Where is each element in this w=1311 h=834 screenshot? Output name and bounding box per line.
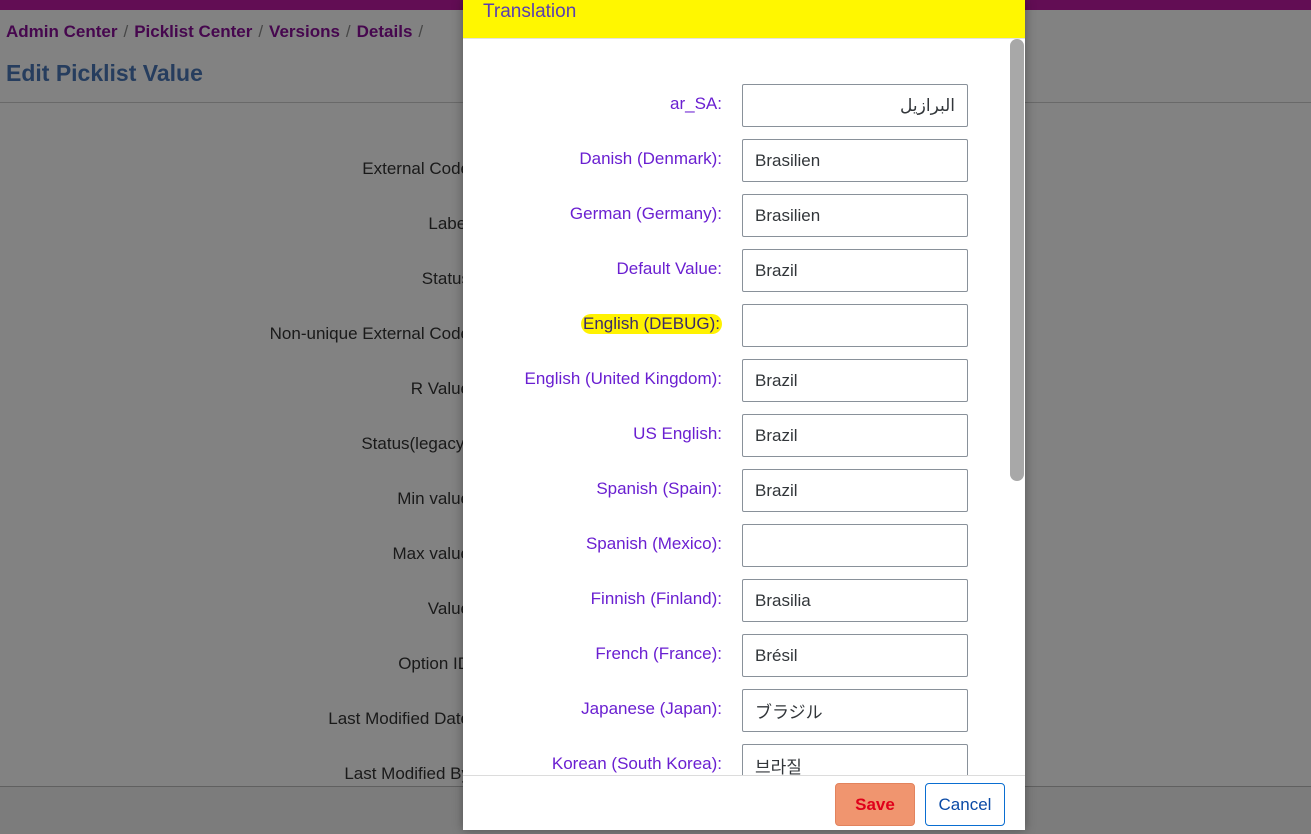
translation-row: Default Value: <box>463 249 1003 294</box>
translation-input-ar-sa[interactable] <box>742 84 968 127</box>
translation-label-us-english: US English: <box>633 424 722 443</box>
page: Admin Center / Picklist Center / Versions / De… <box>0 0 1311 834</box>
translation-row: Spanish (Mexico): <box>463 524 1003 569</box>
translation-row: Japanese (Japan): <box>463 689 1003 734</box>
translation-label-korean: Korean (South Korea): <box>551 754 722 773</box>
dialog-scrollbar[interactable] <box>1009 39 1025 775</box>
translation-input-english-uk[interactable] <box>742 359 968 402</box>
translation-input-french[interactable] <box>742 634 968 677</box>
translation-label-default-value: Default Value: <box>616 259 722 278</box>
translation-label-ar-sa: ar_SA: <box>670 94 722 113</box>
translation-label-english-debug: English (DEBUG): <box>581 314 722 334</box>
translation-row: German (Germany): <box>463 194 1003 239</box>
translation-input-finnish[interactable] <box>742 579 968 622</box>
translation-label-spanish-mexico: Spanish (Mexico): <box>585 534 722 553</box>
translation-row: Danish (Denmark): <box>463 139 1003 184</box>
dialog-footer: Save Cancel <box>463 775 1025 830</box>
translation-row: Spanish (Spain): <box>463 469 1003 514</box>
translation-input-danish[interactable] <box>742 139 968 182</box>
translation-input-spanish-mexico[interactable] <box>742 524 968 567</box>
translation-row: French (France): <box>463 634 1003 679</box>
translation-label-spanish-spain: Spanish (Spain): <box>596 479 722 498</box>
translation-row: US English: <box>463 414 1003 459</box>
translation-input-korean[interactable] <box>742 744 968 775</box>
translation-row: Korean (South Korea): <box>463 744 1003 775</box>
dialog-body: ar_SA: Danish (Denmark): German (Germany… <box>463 39 1025 775</box>
dialog-scrollbar-thumb[interactable] <box>1010 39 1024 481</box>
translation-label-danish: Danish (Denmark): <box>579 149 722 168</box>
translation-row: English (DEBUG): <box>463 304 1003 349</box>
translation-label-finnish: Finnish (Finland): <box>590 589 722 608</box>
translation-input-german[interactable] <box>742 194 968 237</box>
translation-row: ar_SA: <box>463 84 1003 129</box>
translation-label-english-uk: English (United Kingdom): <box>524 369 722 388</box>
translation-label-french: French (France): <box>595 644 722 663</box>
dialog-title: Translation <box>483 1 577 22</box>
translation-input-english-debug[interactable] <box>742 304 968 347</box>
translation-input-spanish-spain[interactable] <box>742 469 968 512</box>
translation-input-japanese[interactable] <box>742 689 968 732</box>
dialog-header: Translation <box>463 0 1025 39</box>
save-button[interactable]: Save <box>835 783 915 826</box>
translation-label-japanese: Japanese (Japan): <box>581 699 722 718</box>
cancel-button[interactable]: Cancel <box>925 783 1005 826</box>
translation-dialog: Translation ar_SA: Danish (Denmark): Ger… <box>463 0 1025 830</box>
translation-input-us-english[interactable] <box>742 414 968 457</box>
translation-row: English (United Kingdom): <box>463 359 1003 404</box>
translation-input-default-value[interactable] <box>742 249 968 292</box>
translation-row: Finnish (Finland): <box>463 579 1003 624</box>
translation-label-german: German (Germany): <box>569 204 722 223</box>
